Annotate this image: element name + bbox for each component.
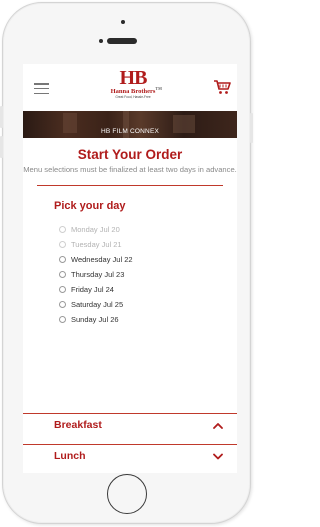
day-option[interactable]: Friday Jul 24 bbox=[59, 282, 237, 297]
volume-button bbox=[0, 136, 3, 158]
logo-name-text: Hanna Brothers bbox=[110, 88, 156, 95]
hero-banner: HB FILM CONNEX bbox=[23, 111, 237, 138]
logo-name: Hanna Brothers TM bbox=[93, 86, 173, 95]
breakfast-section-header[interactable]: Breakfast bbox=[23, 413, 237, 436]
phone-frame: HB Hanna Brothers TM Great Food, Hassle-F… bbox=[0, 2, 253, 524]
day-label: Friday Jul 24 bbox=[71, 285, 114, 294]
radio-button[interactable] bbox=[59, 286, 66, 293]
earpiece-speaker bbox=[107, 38, 137, 44]
radio-button[interactable] bbox=[59, 271, 66, 278]
day-option[interactable]: Saturday Jul 25 bbox=[59, 297, 237, 312]
day-option[interactable]: Tuesday Jul 21 bbox=[59, 237, 237, 252]
lunch-label: Lunch bbox=[54, 450, 86, 462]
trademark: TM bbox=[155, 86, 162, 91]
volume-button bbox=[0, 106, 3, 128]
day-label: Tuesday Jul 21 bbox=[71, 240, 122, 249]
radio-button[interactable] bbox=[59, 256, 66, 263]
home-button[interactable] bbox=[107, 474, 147, 514]
brand-logo[interactable]: HB Hanna Brothers TM Great Food, Hassle-F… bbox=[93, 68, 173, 99]
top-bar: HB Hanna Brothers TM Great Food, Hassle-F… bbox=[23, 64, 237, 111]
radio-button[interactable] bbox=[59, 226, 66, 233]
day-option[interactable]: Thursday Jul 23 bbox=[59, 267, 237, 282]
breakfast-label: Breakfast bbox=[54, 419, 102, 431]
day-option[interactable]: Monday Jul 20 bbox=[59, 222, 237, 237]
chevron-up-icon[interactable] bbox=[213, 422, 223, 429]
radio-button[interactable] bbox=[59, 241, 66, 248]
day-label: Saturday Jul 25 bbox=[71, 300, 124, 309]
page-title: Start Your Order bbox=[77, 147, 183, 162]
pick-day-title: Pick your day bbox=[54, 200, 126, 212]
day-option[interactable]: Wednesday Jul 22 bbox=[59, 252, 237, 267]
order-note: Menu selections must be finalized at lea… bbox=[23, 165, 237, 174]
radio-button[interactable] bbox=[59, 301, 66, 308]
lunch-section-header[interactable]: Lunch bbox=[23, 444, 237, 467]
app-screen: HB Hanna Brothers TM Great Food, Hassle-F… bbox=[23, 64, 237, 473]
hamburger-icon[interactable] bbox=[34, 83, 49, 95]
front-camera bbox=[121, 20, 125, 24]
day-label: Sunday Jul 26 bbox=[71, 315, 119, 324]
day-label: Wednesday Jul 22 bbox=[71, 255, 133, 264]
meal-accordion: Breakfast Lunch bbox=[23, 413, 237, 467]
chevron-down-icon[interactable] bbox=[213, 453, 223, 460]
radio-button[interactable] bbox=[59, 316, 66, 323]
power-button bbox=[250, 113, 253, 143]
cart-icon[interactable] bbox=[213, 78, 231, 96]
sensor bbox=[99, 39, 103, 43]
day-list: Monday Jul 20 Tuesday Jul 21 Wednesday J… bbox=[59, 222, 237, 327]
day-label: Thursday Jul 23 bbox=[71, 270, 125, 279]
day-label: Monday Jul 20 bbox=[71, 225, 120, 234]
day-option[interactable]: Sunday Jul 26 bbox=[59, 312, 237, 327]
logo-tagline: Great Food, Hassle-Free bbox=[115, 95, 151, 99]
section-divider bbox=[37, 185, 223, 186]
banner-caption: HB FILM CONNEX bbox=[100, 128, 160, 135]
